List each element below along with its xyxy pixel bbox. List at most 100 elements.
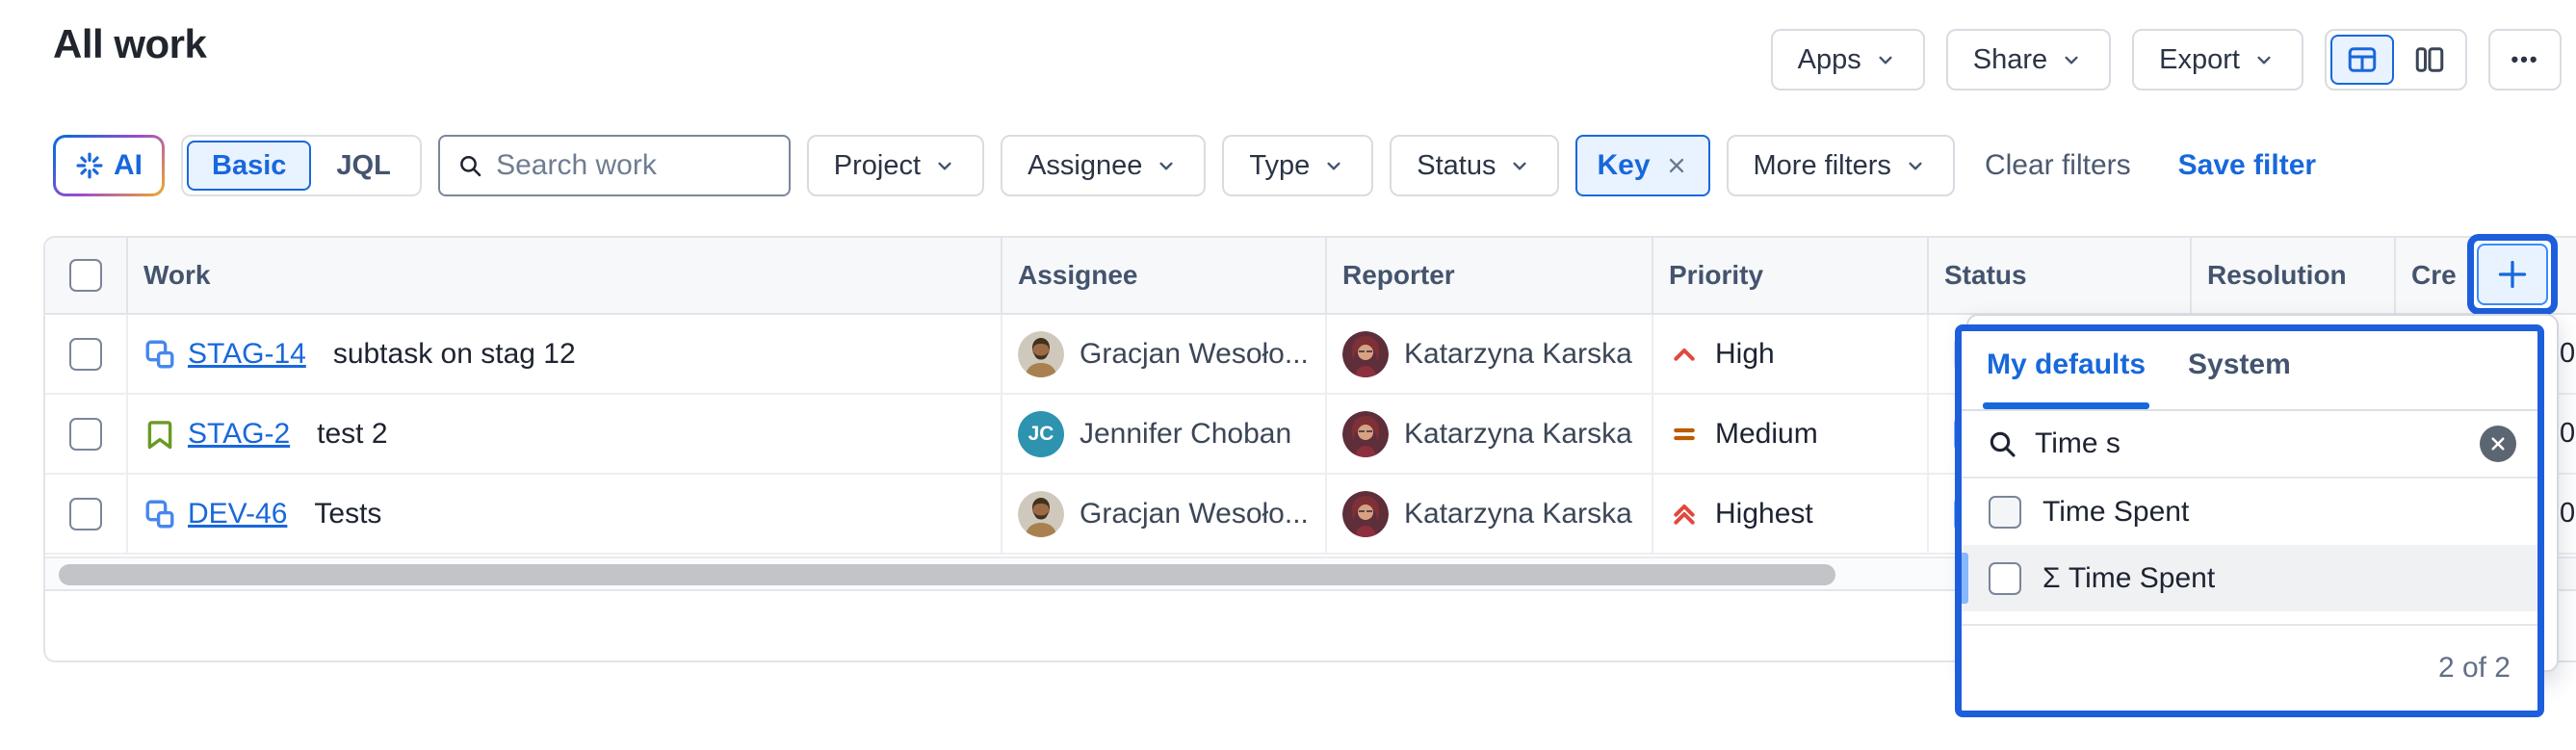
ai-search-button[interactable]: AI: [53, 135, 165, 196]
close-icon: [2489, 435, 2507, 453]
filter-bar: AI Basic JQL Project Assignee Type Statu…: [53, 135, 2316, 196]
avatar: [1018, 331, 1064, 377]
clear-filters-button[interactable]: Clear filters: [1985, 149, 2131, 182]
page-title: All work: [53, 21, 206, 67]
assignee-cell: Gracjan Wesoło...: [1002, 315, 1327, 393]
search-icon: [1987, 428, 2017, 459]
detail-view-toggle[interactable]: [2398, 35, 2461, 85]
row-checkbox[interactable]: [69, 338, 102, 371]
column-header-assignee[interactable]: Assignee: [1002, 238, 1327, 313]
project-filter-label: Project: [834, 150, 921, 182]
column-header-status[interactable]: Status: [1929, 238, 2192, 313]
subtask-type-icon: [143, 498, 176, 530]
assignee-cell: JC Jennifer Choban: [1002, 395, 1327, 473]
search-work-input[interactable]: [496, 149, 771, 182]
option-checkbox[interactable]: [1989, 496, 2021, 529]
work-cell: DEV-46 Tests: [128, 475, 1002, 553]
apps-button[interactable]: Apps: [1771, 29, 1925, 91]
option-label: Time Spent: [2043, 496, 2189, 529]
story-type-icon: [143, 418, 176, 451]
remove-filter-icon[interactable]: [1664, 153, 1689, 178]
status-filter-label: Status: [1417, 150, 1496, 182]
work-cell: STAG-14 subtask on stag 12: [128, 315, 1002, 393]
search-mode-toggle: Basic JQL: [181, 135, 422, 196]
share-button-label: Share: [1973, 44, 2047, 76]
work-cell: STAG-2 test 2: [128, 395, 1002, 473]
assignee-name: Gracjan Wesoło...: [1080, 338, 1309, 371]
reporter-name: Katarzyna Karska: [1404, 498, 1632, 530]
column-header-priority[interactable]: Priority: [1653, 238, 1929, 313]
plus-icon: [2493, 255, 2532, 294]
column-search-value[interactable]: Time s: [2035, 427, 2462, 460]
assignee-filter-button[interactable]: Assignee: [1001, 135, 1206, 196]
column-header-reporter[interactable]: Reporter: [1327, 238, 1653, 313]
row-checkbox[interactable]: [69, 498, 102, 530]
priority-label: High: [1715, 338, 1775, 371]
issue-summary[interactable]: Tests: [314, 498, 381, 530]
header-select-all-cell: [45, 238, 128, 313]
column-picker-footer: 2 of 2: [1962, 624, 2537, 711]
column-picker-popup: My defaults System Time s Time Spent Σ T…: [1955, 324, 2544, 717]
column-header-resolution[interactable]: Resolution: [2192, 238, 2396, 313]
tab-my-defaults[interactable]: My defaults: [1987, 349, 2146, 409]
project-filter-button[interactable]: Project: [807, 135, 984, 196]
avatar: [1342, 331, 1389, 377]
table-view-toggle[interactable]: [2330, 35, 2394, 85]
top-actions: Apps Share Export: [1771, 29, 2562, 91]
issue-summary[interactable]: test 2: [317, 418, 387, 451]
row-checkbox[interactable]: [69, 418, 102, 451]
chevron-down-icon: [1321, 153, 1346, 178]
status-filter-button[interactable]: Status: [1390, 135, 1559, 196]
option-label: Σ Time Spent: [2043, 562, 2215, 595]
add-column-button[interactable]: [2477, 244, 2548, 305]
add-column-focus-ring: [2467, 234, 2558, 315]
chevron-down-icon: [932, 153, 957, 178]
save-filter-button[interactable]: Save filter: [2178, 149, 2316, 182]
assignee-filter-label: Assignee: [1028, 150, 1142, 182]
row-select-cell: [45, 315, 128, 393]
ai-button-label: AI: [114, 149, 143, 182]
search-icon: [457, 151, 482, 180]
chevron-down-icon: [2059, 47, 2084, 72]
row-select-cell: [45, 395, 128, 473]
column-search-box[interactable]: Time s: [1962, 411, 2537, 478]
assignee-name: Jennifer Choban: [1080, 418, 1291, 451]
reporter-cell: Katarzyna Karska: [1327, 395, 1653, 473]
column-option-time-spent[interactable]: Time Spent: [1962, 478, 2537, 545]
more-filters-button[interactable]: More filters: [1727, 135, 1955, 196]
issue-key-link[interactable]: DEV-46: [188, 498, 287, 530]
more-actions-button[interactable]: •••: [2488, 29, 2562, 91]
avatar: [1342, 411, 1389, 457]
detail-view-icon: [2412, 42, 2447, 77]
issue-summary[interactable]: subtask on stag 12: [333, 338, 576, 371]
priority-cell: Medium: [1653, 395, 1929, 473]
mode-jql-tab[interactable]: JQL: [311, 141, 415, 191]
clear-search-button[interactable]: [2480, 426, 2516, 462]
type-filter-label: Type: [1249, 150, 1310, 182]
mode-basic-tab[interactable]: Basic: [187, 141, 311, 191]
reporter-name: Katarzyna Karska: [1404, 418, 1632, 451]
more-filters-label: More filters: [1754, 150, 1891, 182]
export-button[interactable]: Export: [2132, 29, 2303, 91]
subtask-type-icon: [143, 338, 176, 371]
key-filter-chip[interactable]: Key: [1575, 135, 1709, 196]
table-layout-icon: [2345, 42, 2380, 77]
priority-high-icon: [1669, 339, 1700, 370]
issue-key-link[interactable]: STAG-2: [188, 418, 290, 451]
avatar: JC: [1018, 411, 1064, 457]
priority-label: Highest: [1715, 498, 1813, 530]
column-picker-tabs: My defaults System: [1962, 331, 2537, 411]
column-option-sum-time-spent[interactable]: Σ Time Spent: [1962, 545, 2537, 611]
search-work-box: [438, 135, 791, 196]
result-count: 2 of 2: [2438, 652, 2511, 685]
type-filter-button[interactable]: Type: [1222, 135, 1373, 196]
column-header-work[interactable]: Work: [128, 238, 1002, 313]
tab-system[interactable]: System: [2188, 349, 2291, 409]
select-all-checkbox[interactable]: [69, 259, 102, 292]
share-button[interactable]: Share: [1946, 29, 2111, 91]
chevron-down-icon: [1507, 153, 1532, 178]
issue-key-link[interactable]: STAG-14: [188, 338, 306, 371]
reporter-cell: Katarzyna Karska: [1327, 315, 1653, 393]
option-checkbox[interactable]: [1989, 562, 2021, 595]
horizontal-scrollbar-thumb[interactable]: [59, 564, 1835, 585]
